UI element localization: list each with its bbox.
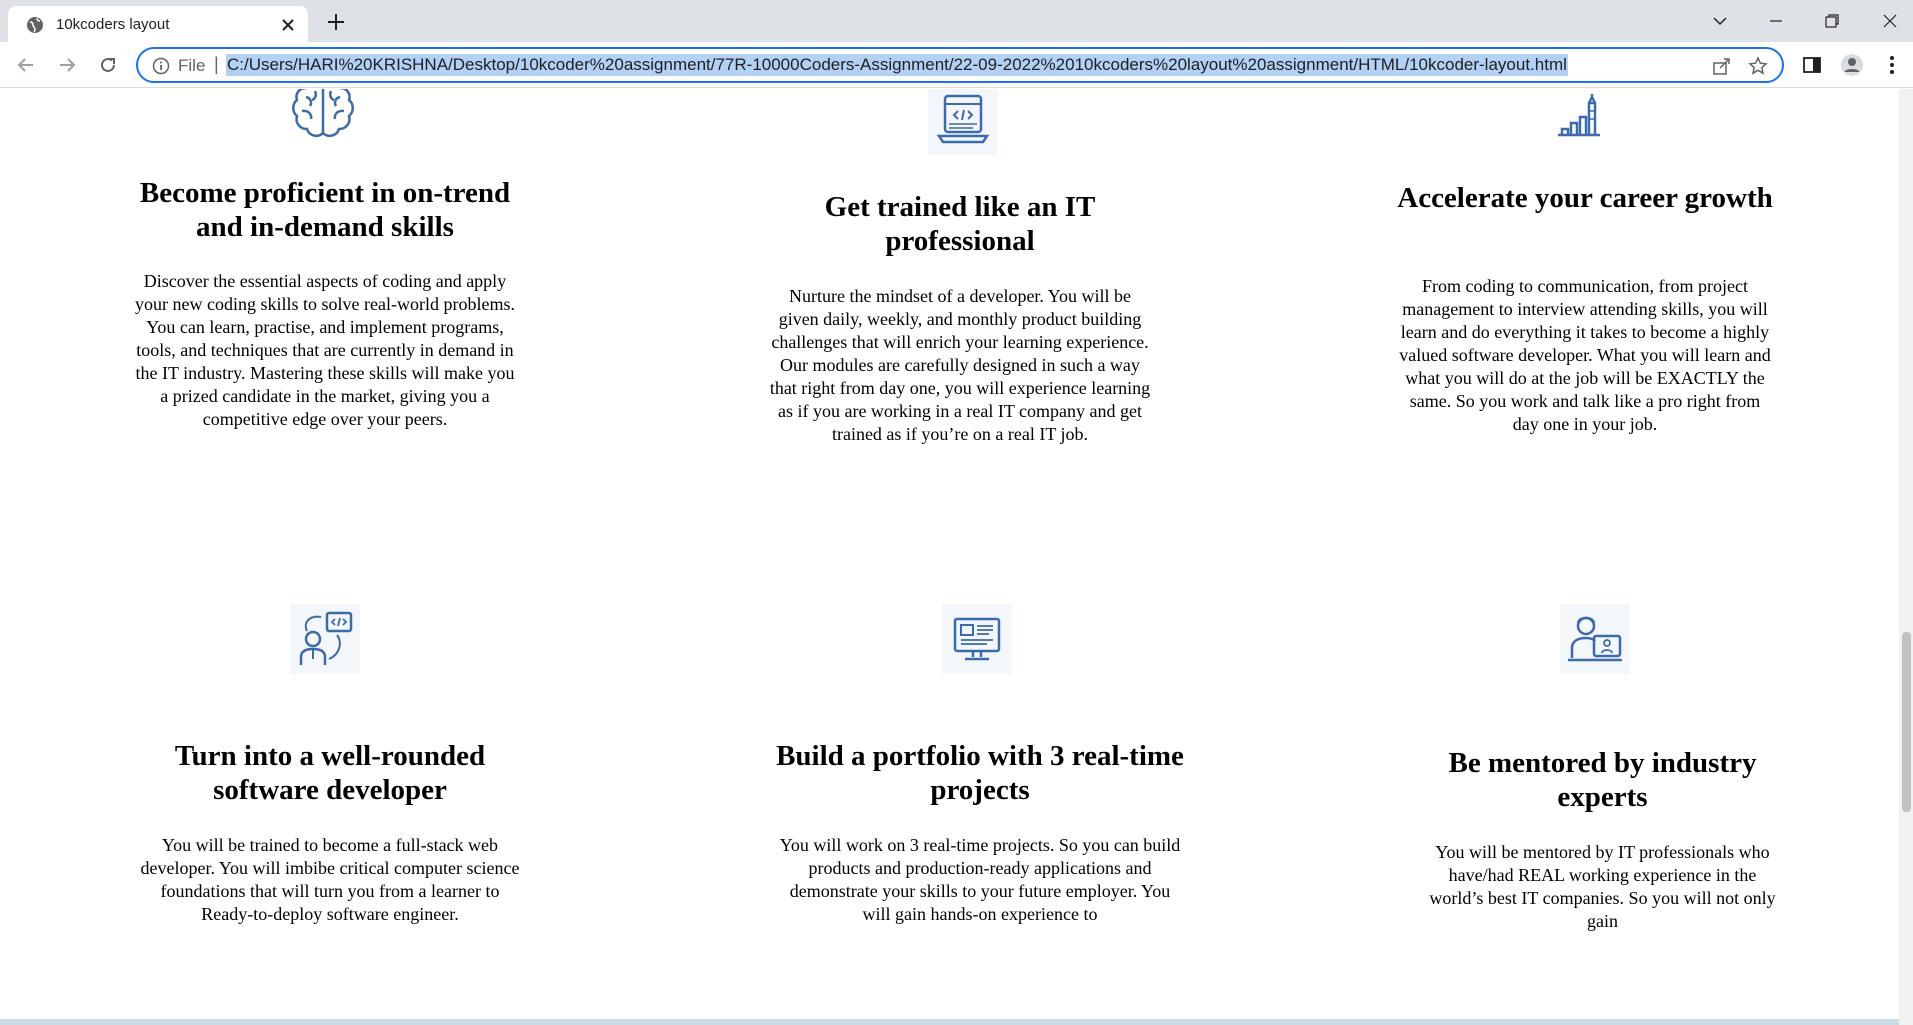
- tab-strip: 10kcoders layout: [0, 0, 1913, 42]
- globe-icon: [26, 16, 44, 34]
- feature-card: Become proficient in on-trend and in-dem…: [130, 89, 520, 469]
- forward-arrow-icon[interactable]: [53, 51, 81, 79]
- share-icon[interactable]: [1712, 56, 1732, 76]
- plus-icon[interactable]: [324, 10, 348, 34]
- feature-card: Turn into a well-rounded software develo…: [140, 604, 520, 1025]
- feature-card: Get trained like an IT professional Nurt…: [755, 89, 1165, 479]
- browser-tab[interactable]: 10kcoders layout: [8, 6, 308, 42]
- close-window-icon[interactable]: [1870, 6, 1910, 36]
- feature-title: Be mentored by industry experts: [1448, 747, 1757, 813]
- side-panel-icon[interactable]: [1800, 53, 1824, 77]
- brain-icon: [288, 89, 358, 145]
- mentor-icon: [1560, 604, 1630, 674]
- star-icon[interactable]: [1748, 56, 1768, 76]
- feature-card: Build a portfolio with 3 real-time proje…: [775, 604, 1185, 1025]
- address-scheme-label: File: [178, 56, 206, 75]
- growth-chart-icon: [1544, 89, 1614, 151]
- developer-icon: [290, 604, 360, 674]
- info-icon[interactable]: [152, 57, 170, 75]
- monitor-icon: [942, 604, 1012, 674]
- scrollbar-thumb[interactable]: [1902, 632, 1911, 812]
- close-icon[interactable]: [278, 15, 298, 35]
- address-bar[interactable]: File | C:/Users/HARI%20KRISHNA/Desktop/1…: [136, 47, 1784, 83]
- page-footer-edge: [0, 1019, 1899, 1025]
- feature-title: Accelerate your career growth: [1397, 182, 1773, 214]
- restore-icon[interactable]: [1812, 6, 1852, 36]
- reload-icon[interactable]: [94, 51, 122, 79]
- feature-title: Build a portfolio with 3 real-time proje…: [776, 740, 1184, 806]
- tab-title: 10kcoders layout: [56, 16, 170, 33]
- profile-icon[interactable]: [1840, 53, 1864, 77]
- minimize-icon[interactable]: [1756, 6, 1796, 36]
- feature-description: From coding to communication, from proje…: [1399, 276, 1771, 434]
- laptop-code-icon: [928, 89, 998, 155]
- feature-title: Turn into a well-rounded software develo…: [174, 740, 486, 806]
- browser-toolbar: File | C:/Users/HARI%20KRISHNA/Desktop/1…: [0, 42, 1913, 88]
- menu-dots-icon[interactable]: [1880, 53, 1904, 77]
- feature-title: Become proficient in on-trend and in-dem…: [139, 177, 511, 243]
- back-arrow-icon[interactable]: [12, 51, 40, 79]
- feature-title: Get trained like an IT professional: [824, 191, 1096, 257]
- feature-description: You will work on 3 real-time projects. S…: [779, 835, 1181, 924]
- feature-description: Discover the essential aspects of coding…: [135, 271, 515, 429]
- feature-description: You will be mentored by IT professionals…: [1429, 842, 1776, 931]
- feature-card: Accelerate your career growth From codin…: [1390, 89, 1780, 469]
- address-separator: |: [214, 54, 219, 74]
- feature-description: Nurture the mindset of a developer. You …: [769, 286, 1151, 444]
- chevron-down-icon[interactable]: [1700, 6, 1740, 36]
- feature-description: You will be trained to become a full-sta…: [140, 835, 520, 924]
- page-viewport: Become proficient in on-trend and in-dem…: [0, 89, 1899, 1025]
- feature-card: Be mentored by industry experts You will…: [1410, 604, 1795, 1025]
- vertical-scrollbar[interactable]: [1899, 89, 1913, 1025]
- url-input[interactable]: C:/Users/HARI%20KRISHNA/Desktop/10kcoder…: [226, 54, 1568, 76]
